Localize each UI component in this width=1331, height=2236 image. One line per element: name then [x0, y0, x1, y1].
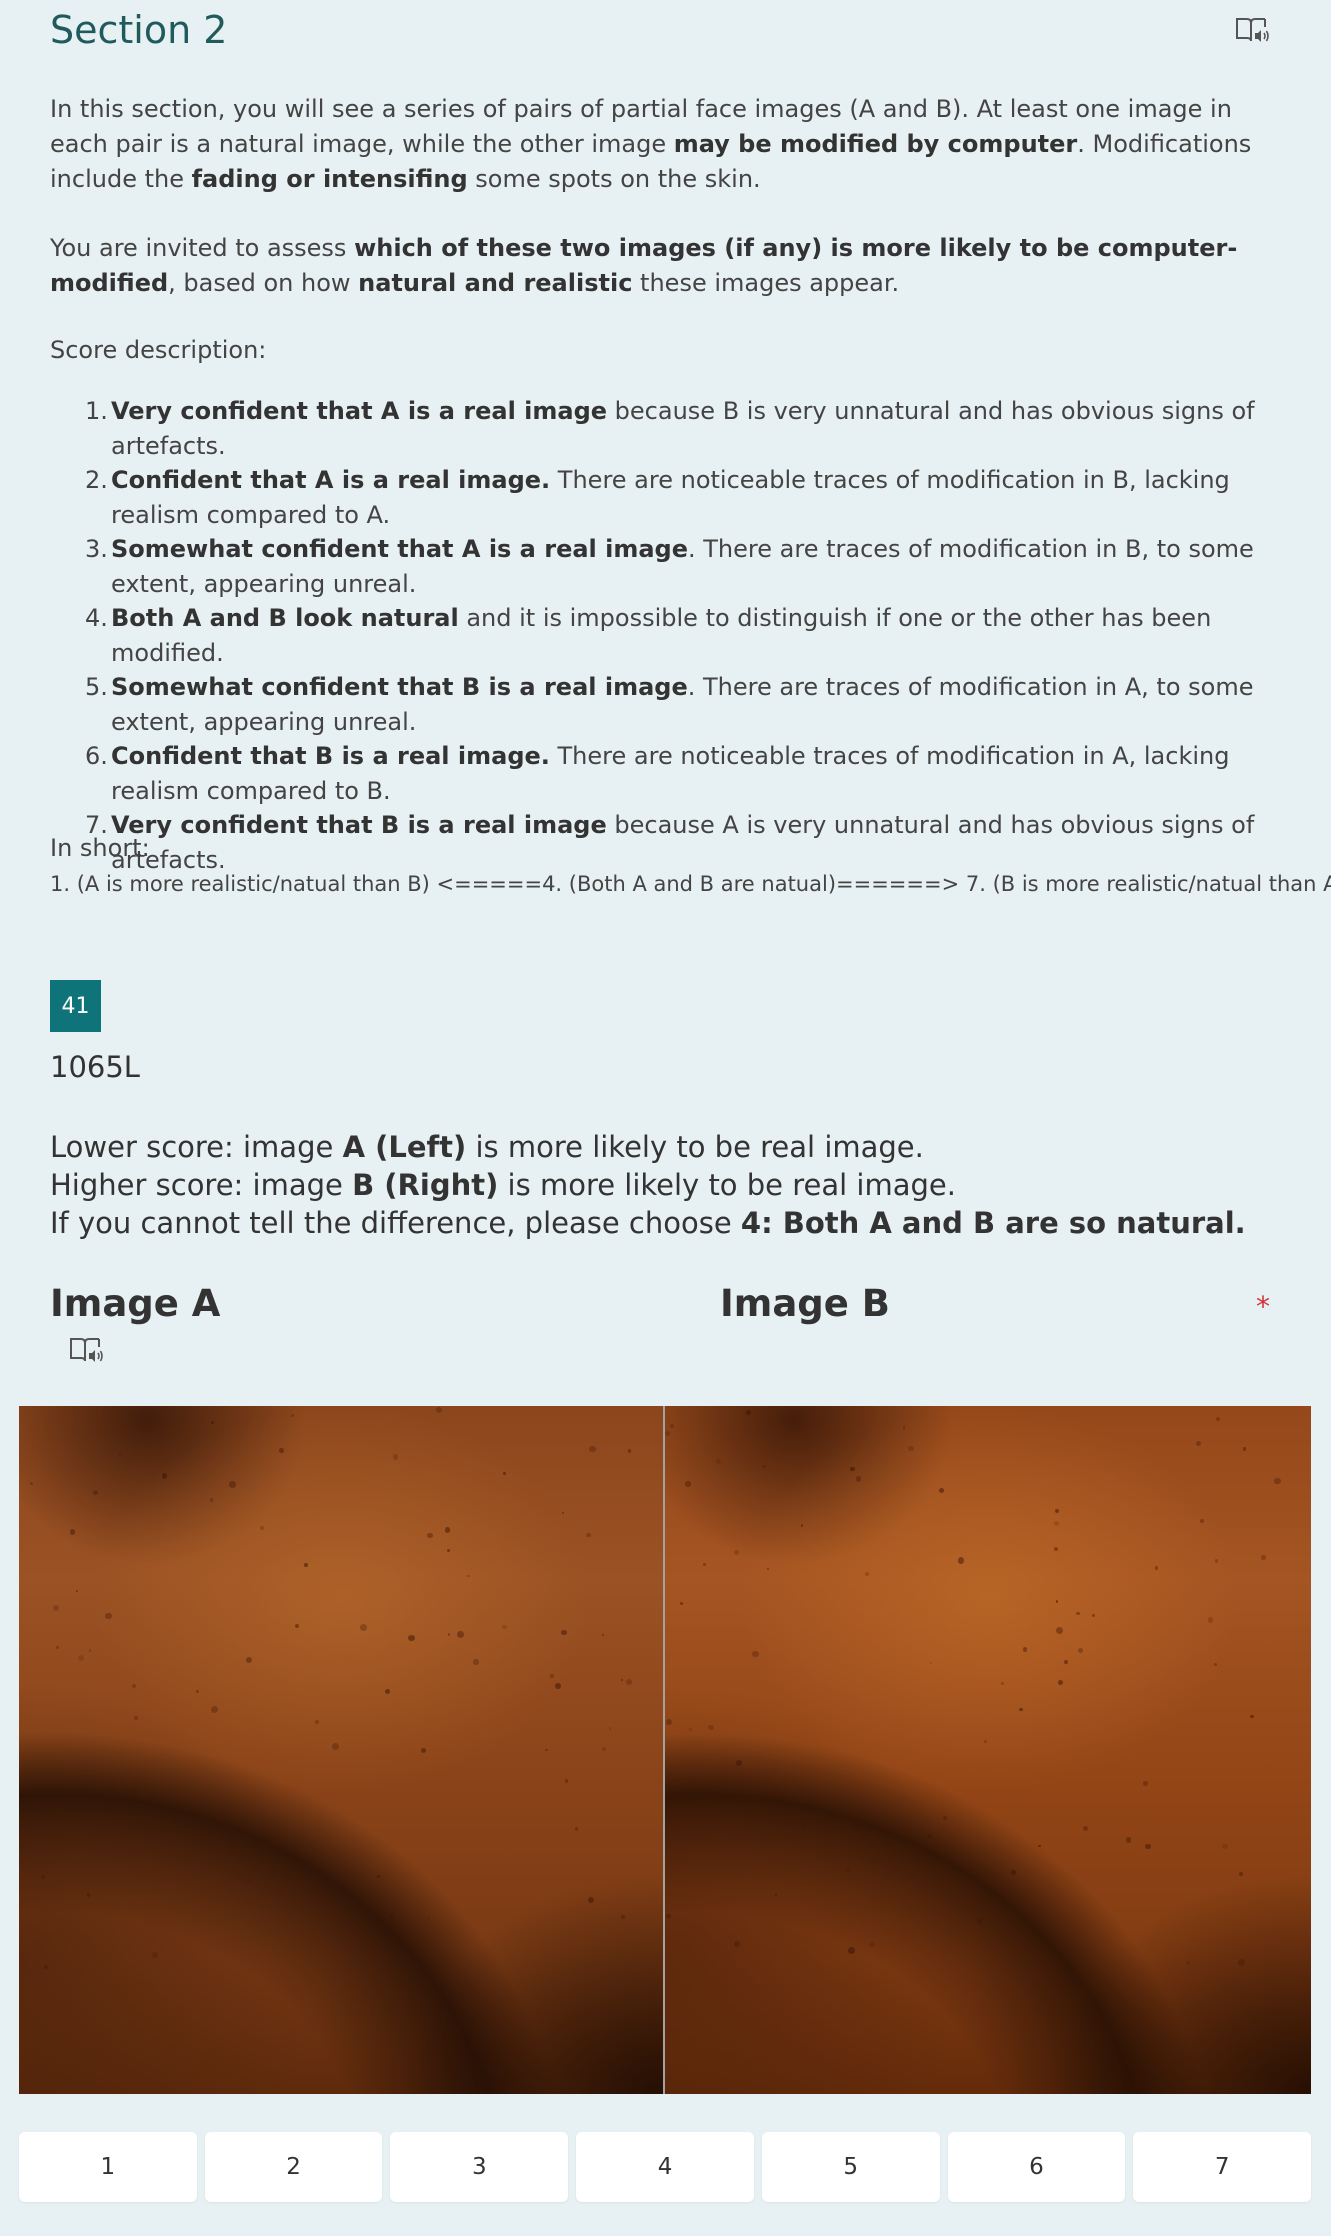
score-item-number: 4.: [85, 604, 108, 632]
instruction-line: If you cannot tell the difference, pleas…: [50, 1206, 1246, 1240]
rating-option-4[interactable]: 4: [576, 2132, 754, 2202]
score-item: 3. Somewhat confident that A is a real im…: [50, 532, 1280, 601]
score-item-number: 2.: [85, 466, 108, 494]
immersive-reader-icon[interactable]: [68, 1334, 104, 1366]
score-item: 5. Somewhat confident that B is a real im…: [50, 670, 1280, 739]
intro-paragraph-1: In this section, you will see a series o…: [50, 95, 1252, 193]
score-item-heading: Somewhat confident that B is a real imag…: [111, 673, 688, 701]
question-number-badge: 41: [50, 980, 101, 1032]
score-description-list: 1. Very confident that A is a real image …: [50, 394, 1280, 877]
score-item: 7. Very confident that B is a real image …: [50, 808, 1280, 877]
instruction-line: Lower score: image A (Left) is more like…: [50, 1130, 924, 1164]
score-item-number: 6.: [85, 742, 108, 770]
image-a-label: Image A: [50, 1282, 221, 1325]
score-item: 2. Confident that A is a real image. Ther…: [50, 463, 1280, 532]
score-item-number: 5.: [85, 673, 108, 701]
question-instructions: Lower score: image A (Left) is more like…: [50, 1128, 1280, 1242]
face-image-pair: [19, 1406, 1311, 2094]
immersive-reader-icon[interactable]: [1234, 14, 1270, 46]
section-title: Section 2: [50, 8, 228, 52]
instruction-line: Higher score: image B (Right) is more li…: [50, 1168, 956, 1202]
score-item-number: 3.: [85, 535, 108, 563]
score-item-heading: Very confident that A is a real image: [111, 397, 608, 425]
intro-paragraph-2: You are invited to assess which of these…: [50, 234, 1238, 297]
score-item-heading: Very confident that B is a real image: [111, 811, 607, 839]
image-b-label: Image B: [720, 1282, 890, 1325]
in-short-label: In short:: [50, 834, 150, 862]
image-a: [19, 1406, 665, 2094]
rating-option-3[interactable]: 3: [390, 2132, 569, 2202]
in-short-summary: 1. (A is more realistic/natual than B) <…: [50, 872, 1331, 896]
score-description-label: Score description:: [50, 336, 267, 364]
score-item: 4. Both A and B look natural and it is im…: [50, 601, 1280, 670]
score-item-heading: Confident that A is a real image.: [111, 466, 551, 494]
score-item-heading: Confident that B is a real image.: [111, 742, 550, 770]
score-item: 1. Very confident that A is a real image …: [50, 394, 1280, 463]
image-b: [665, 1406, 1311, 2094]
rating-option-2[interactable]: 2: [204, 2132, 383, 2202]
rating-option-5[interactable]: 5: [761, 2132, 940, 2202]
rating-option-1[interactable]: 1: [19, 2132, 197, 2202]
rating-option-6[interactable]: 6: [947, 2132, 1126, 2202]
score-item-number: 1.: [85, 397, 108, 425]
question-title: 1065L: [50, 1050, 140, 1084]
score-item: 6. Confident that B is a real image. Ther…: [50, 739, 1280, 808]
required-asterisk: *: [1256, 1290, 1270, 1323]
rating-option-7[interactable]: 7: [1133, 2132, 1312, 2202]
score-item-heading: Both A and B look natural: [111, 604, 459, 632]
rating-scale: 1234567: [19, 2132, 1312, 2202]
score-item-heading: Somewhat confident that A is a real imag…: [111, 535, 689, 563]
